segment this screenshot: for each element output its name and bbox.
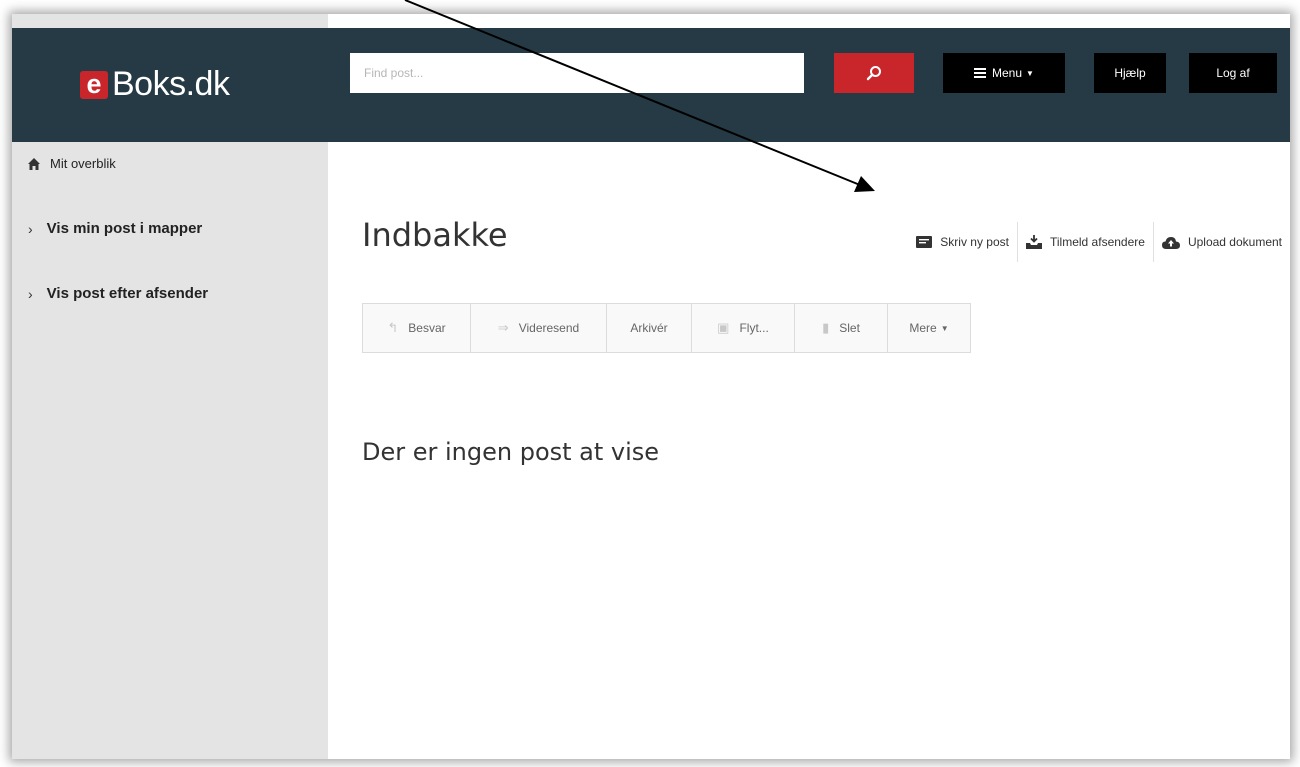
annotation-arrow — [404, 0, 875, 192]
